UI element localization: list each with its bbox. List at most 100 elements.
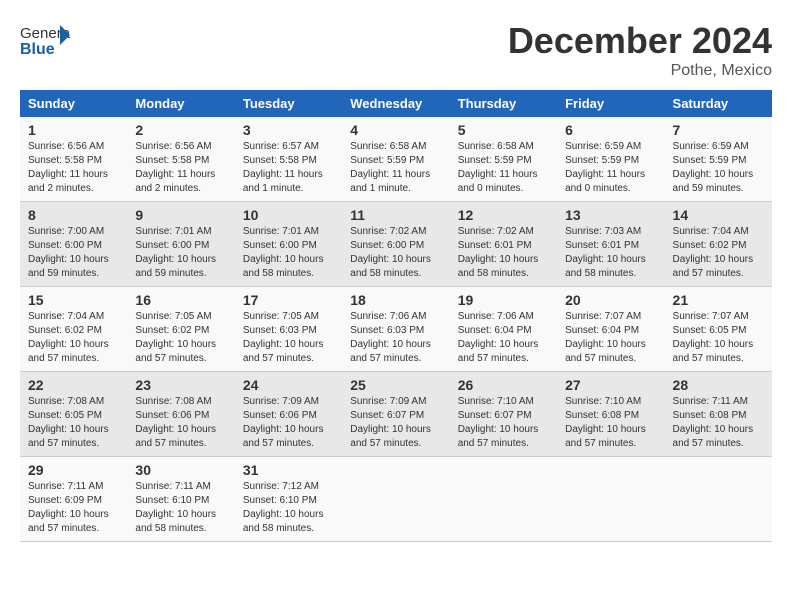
calendar-cell: 29 Sunrise: 7:11 AMSunset: 6:09 PMDayligh… [20, 457, 127, 542]
calendar-cell: 26 Sunrise: 7:10 AMSunset: 6:07 PMDayligh… [450, 372, 557, 457]
calendar-cell: 18 Sunrise: 7:06 AMSunset: 6:03 PMDayligh… [342, 287, 449, 372]
calendar-table: SundayMondayTuesdayWednesdayThursdayFrid… [20, 90, 772, 542]
calendar-cell: 27 Sunrise: 7:10 AMSunset: 6:08 PMDayligh… [557, 372, 664, 457]
col-header-tuesday: Tuesday [235, 90, 342, 117]
calendar-cell: 25 Sunrise: 7:09 AMSunset: 6:07 PMDayligh… [342, 372, 449, 457]
day-info: Sunrise: 7:07 AMSunset: 6:05 PMDaylight:… [673, 310, 764, 366]
day-info: Sunrise: 6:59 AMSunset: 5:59 PMDaylight:… [565, 140, 656, 196]
day-number: 23 [135, 377, 226, 393]
calendar-cell: 19 Sunrise: 7:06 AMSunset: 6:04 PMDayligh… [450, 287, 557, 372]
calendar-cell: 28Sunrise: 7:11 AMSunset: 6:08 PMDayligh… [665, 372, 772, 457]
day-number: 19 [458, 292, 549, 308]
day-number: 15 [28, 292, 119, 308]
day-number: 7 [673, 122, 764, 138]
day-info: Sunrise: 7:02 AMSunset: 6:00 PMDaylight:… [350, 225, 441, 281]
day-number: 8 [28, 207, 119, 223]
day-info: Sunrise: 7:02 AMSunset: 6:01 PMDaylight:… [458, 225, 549, 281]
calendar-cell [557, 457, 664, 542]
calendar-cell: 6 Sunrise: 6:59 AMSunset: 5:59 PMDaylight… [557, 117, 664, 202]
col-header-saturday: Saturday [665, 90, 772, 117]
day-info: Sunrise: 6:59 AMSunset: 5:59 PMDaylight:… [673, 140, 764, 196]
day-info: Sunrise: 7:09 AMSunset: 6:07 PMDaylight:… [350, 395, 441, 451]
col-header-wednesday: Wednesday [342, 90, 449, 117]
day-number: 17 [243, 292, 334, 308]
day-info: Sunrise: 7:04 AMSunset: 6:02 PMDaylight:… [28, 310, 119, 366]
day-info: Sunrise: 7:06 AMSunset: 6:04 PMDaylight:… [458, 310, 549, 366]
calendar-cell: 2 Sunrise: 6:56 AMSunset: 5:58 PMDaylight… [127, 117, 234, 202]
day-number: 4 [350, 122, 441, 138]
day-number: 25 [350, 377, 441, 393]
day-number: 14 [673, 207, 764, 223]
day-info: Sunrise: 7:01 AMSunset: 6:00 PMDaylight:… [243, 225, 334, 281]
calendar-cell: 31Sunrise: 7:12 AMSunset: 6:10 PMDayligh… [235, 457, 342, 542]
calendar-cell: 22 Sunrise: 7:08 AMSunset: 6:05 PMDayligh… [20, 372, 127, 457]
page-header: General Blue December 2024 Pothe, Mexico [20, 20, 772, 80]
logo: General Blue [20, 20, 70, 60]
calendar-cell: 11Sunrise: 7:02 AMSunset: 6:00 PMDayligh… [342, 202, 449, 287]
day-info: Sunrise: 7:05 AMSunset: 6:02 PMDaylight:… [135, 310, 226, 366]
calendar-cell: 10Sunrise: 7:01 AMSunset: 6:00 PMDayligh… [235, 202, 342, 287]
day-info: Sunrise: 6:56 AMSunset: 5:58 PMDaylight:… [135, 140, 226, 196]
calendar-cell [342, 457, 449, 542]
day-number: 29 [28, 462, 119, 478]
calendar-cell: 8 Sunrise: 7:00 AMSunset: 6:00 PMDaylight… [20, 202, 127, 287]
calendar-week-row: 15 Sunrise: 7:04 AMSunset: 6:02 PMDayligh… [20, 287, 772, 372]
calendar-cell: 5 Sunrise: 6:58 AMSunset: 5:59 PMDaylight… [450, 117, 557, 202]
calendar-cell [665, 457, 772, 542]
day-number: 27 [565, 377, 656, 393]
day-number: 18 [350, 292, 441, 308]
day-info: Sunrise: 6:57 AMSunset: 5:58 PMDaylight:… [243, 140, 334, 196]
col-header-thursday: Thursday [450, 90, 557, 117]
day-number: 20 [565, 292, 656, 308]
col-header-sunday: Sunday [20, 90, 127, 117]
day-info: Sunrise: 7:03 AMSunset: 6:01 PMDaylight:… [565, 225, 656, 281]
title-block: December 2024 Pothe, Mexico [508, 20, 772, 80]
svg-text:Blue: Blue [20, 41, 55, 58]
col-header-friday: Friday [557, 90, 664, 117]
day-info: Sunrise: 7:06 AMSunset: 6:03 PMDaylight:… [350, 310, 441, 366]
calendar-cell: 21 Sunrise: 7:07 AMSunset: 6:05 PMDayligh… [665, 287, 772, 372]
day-number: 30 [135, 462, 226, 478]
day-number: 5 [458, 122, 549, 138]
calendar-cell: 20Sunrise: 7:07 AMSunset: 6:04 PMDayligh… [557, 287, 664, 372]
calendar-cell: 23 Sunrise: 7:08 AMSunset: 6:06 PMDayligh… [127, 372, 234, 457]
calendar-week-row: 8 Sunrise: 7:00 AMSunset: 6:00 PMDaylight… [20, 202, 772, 287]
logo-icon: General Blue [20, 20, 70, 60]
calendar-header-row: SundayMondayTuesdayWednesdayThursdayFrid… [20, 90, 772, 117]
day-number: 1 [28, 122, 119, 138]
day-info: Sunrise: 7:09 AMSunset: 6:06 PMDaylight:… [243, 395, 334, 451]
day-info: Sunrise: 6:58 AMSunset: 5:59 PMDaylight:… [458, 140, 549, 196]
day-info: Sunrise: 7:05 AMSunset: 6:03 PMDaylight:… [243, 310, 334, 366]
day-number: 3 [243, 122, 334, 138]
day-number: 22 [28, 377, 119, 393]
day-info: Sunrise: 7:12 AMSunset: 6:10 PMDaylight:… [243, 480, 334, 536]
day-info: Sunrise: 7:11 AMSunset: 6:09 PMDaylight:… [28, 480, 119, 536]
day-info: Sunrise: 7:10 AMSunset: 6:07 PMDaylight:… [458, 395, 549, 451]
day-info: Sunrise: 6:58 AMSunset: 5:59 PMDaylight:… [350, 140, 441, 196]
day-number: 12 [458, 207, 549, 223]
calendar-week-row: 29 Sunrise: 7:11 AMSunset: 6:09 PMDayligh… [20, 457, 772, 542]
day-info: Sunrise: 7:10 AMSunset: 6:08 PMDaylight:… [565, 395, 656, 451]
day-info: Sunrise: 7:00 AMSunset: 6:00 PMDaylight:… [28, 225, 119, 281]
calendar-cell: 7 Sunrise: 6:59 AMSunset: 5:59 PMDaylight… [665, 117, 772, 202]
calendar-week-row: 1 Sunrise: 6:56 AMSunset: 5:58 PMDaylight… [20, 117, 772, 202]
day-info: Sunrise: 7:08 AMSunset: 6:06 PMDaylight:… [135, 395, 226, 451]
day-number: 26 [458, 377, 549, 393]
calendar-week-row: 22 Sunrise: 7:08 AMSunset: 6:05 PMDayligh… [20, 372, 772, 457]
day-number: 2 [135, 122, 226, 138]
calendar-cell: 4 Sunrise: 6:58 AMSunset: 5:59 PMDaylight… [342, 117, 449, 202]
calendar-cell: 12 Sunrise: 7:02 AMSunset: 6:01 PMDayligh… [450, 202, 557, 287]
day-number: 9 [135, 207, 226, 223]
col-header-monday: Monday [127, 90, 234, 117]
calendar-cell: 3 Sunrise: 6:57 AMSunset: 5:58 PMDaylight… [235, 117, 342, 202]
calendar-cell: 14Sunrise: 7:04 AMSunset: 6:02 PMDayligh… [665, 202, 772, 287]
calendar-cell [450, 457, 557, 542]
calendar-cell: 1Sunrise: 6:56 AMSunset: 5:58 PMDaylight… [20, 117, 127, 202]
day-number: 6 [565, 122, 656, 138]
day-info: Sunrise: 7:11 AMSunset: 6:10 PMDaylight:… [135, 480, 226, 536]
day-number: 13 [565, 207, 656, 223]
day-info: Sunrise: 7:08 AMSunset: 6:05 PMDaylight:… [28, 395, 119, 451]
location: Pothe, Mexico [508, 62, 772, 80]
day-number: 21 [673, 292, 764, 308]
day-number: 24 [243, 377, 334, 393]
